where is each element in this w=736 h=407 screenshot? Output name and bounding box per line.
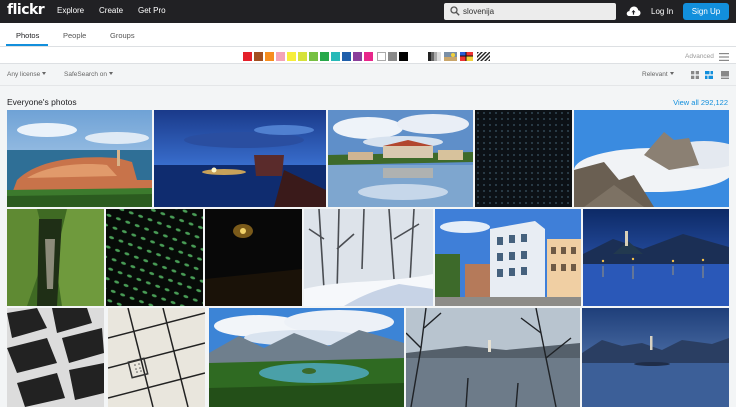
search-icon: [450, 6, 460, 16]
color-swatch-blue[interactable]: [342, 52, 351, 61]
photo-thumbnail[interactable]: [7, 209, 104, 306]
color-swatch-magenta[interactable]: [364, 52, 373, 61]
chevron-down-icon: [42, 72, 47, 75]
license-dropdown-label: Any license: [7, 71, 41, 78]
photo-thumbnail[interactable]: [209, 308, 404, 407]
photo-thumbnail[interactable]: [475, 110, 572, 207]
flickr-logo[interactable]: flickr: [7, 2, 45, 18]
signup-button[interactable]: Sign Up: [683, 3, 729, 20]
justified-view-icon[interactable]: [705, 71, 713, 79]
grid-view-icon[interactable]: [691, 71, 699, 79]
search-type-tabs: Photos People Groups: [0, 23, 736, 47]
chevron-down-icon: [109, 72, 114, 75]
color-swatch-orange[interactable]: [265, 52, 274, 61]
photo-thumbnail[interactable]: [304, 209, 433, 306]
sort-dropdown[interactable]: Relevant: [642, 71, 674, 78]
top-navigation-bar: flickr Explore Create Get Pro slovenija …: [0, 0, 736, 23]
active-tab-indicator: [6, 44, 48, 46]
search-input[interactable]: slovenija: [444, 3, 616, 20]
section-title: Everyone's photos: [7, 97, 77, 107]
photo-thumbnail[interactable]: [328, 110, 473, 207]
view-all-link[interactable]: View all 292,122: [673, 98, 728, 107]
color-swatch-teal[interactable]: [331, 52, 340, 61]
style-swatch-patterns[interactable]: [477, 52, 490, 61]
safesearch-dropdown-label: SafeSearch on: [64, 71, 108, 78]
photo-thumbnail[interactable]: [406, 308, 580, 407]
safesearch-dropdown[interactable]: SafeSearch on: [64, 71, 114, 78]
nav-explore-link[interactable]: Explore: [57, 6, 84, 15]
login-link[interactable]: Log In: [651, 7, 673, 16]
color-swatch-white[interactable]: [377, 52, 386, 61]
nav-get-pro-link[interactable]: Get Pro: [138, 6, 166, 15]
photo-thumbnail[interactable]: [108, 308, 205, 407]
color-swatch-purple[interactable]: [353, 52, 362, 61]
nav-create-link[interactable]: Create: [99, 6, 123, 15]
color-swatch-pink[interactable]: [276, 52, 285, 61]
color-swatch-light-green[interactable]: [309, 52, 318, 61]
style-swatch-shallow-depth[interactable]: [444, 52, 457, 61]
upload-cloud-icon[interactable]: [626, 5, 641, 17]
color-swatch-yellow[interactable]: [287, 52, 296, 61]
photo-thumbnail[interactable]: [583, 209, 729, 306]
chevron-down-icon: [669, 72, 674, 75]
photo-thumbnail[interactable]: [435, 209, 581, 306]
advanced-search-link[interactable]: Advanced: [685, 53, 714, 60]
photo-thumbnail[interactable]: [154, 110, 326, 207]
tab-groups[interactable]: Groups: [110, 31, 135, 40]
color-swatch-lime[interactable]: [298, 52, 307, 61]
photo-thumbnail[interactable]: [106, 209, 203, 306]
filter-row: Any license SafeSearch on Relevant: [0, 64, 736, 86]
search-query-text: slovenija: [463, 7, 495, 16]
photo-thumbnail[interactable]: [7, 110, 152, 207]
color-swatch-red[interactable]: [243, 52, 252, 61]
photo-thumbnail[interactable]: [574, 110, 729, 207]
color-swatch-green[interactable]: [320, 52, 329, 61]
color-swatch-black[interactable]: [399, 52, 408, 61]
color-filter-bar: Advanced: [0, 47, 736, 64]
color-swatch-brown[interactable]: [254, 52, 263, 61]
photo-thumbnail[interactable]: [7, 308, 104, 407]
photo-thumbnail[interactable]: [582, 308, 729, 407]
style-swatch-minimalist[interactable]: [460, 52, 473, 61]
hamburger-menu-icon[interactable]: [719, 53, 729, 61]
color-swatch-gray[interactable]: [388, 52, 397, 61]
tab-people[interactable]: People: [63, 31, 86, 40]
license-dropdown[interactable]: Any license: [7, 71, 47, 78]
large-view-icon[interactable]: [721, 71, 729, 79]
style-swatch-black-white[interactable]: [428, 52, 441, 61]
sort-dropdown-label: Relevant: [642, 71, 668, 78]
tab-photos[interactable]: Photos: [16, 31, 39, 40]
photo-thumbnail[interactable]: [205, 209, 302, 306]
